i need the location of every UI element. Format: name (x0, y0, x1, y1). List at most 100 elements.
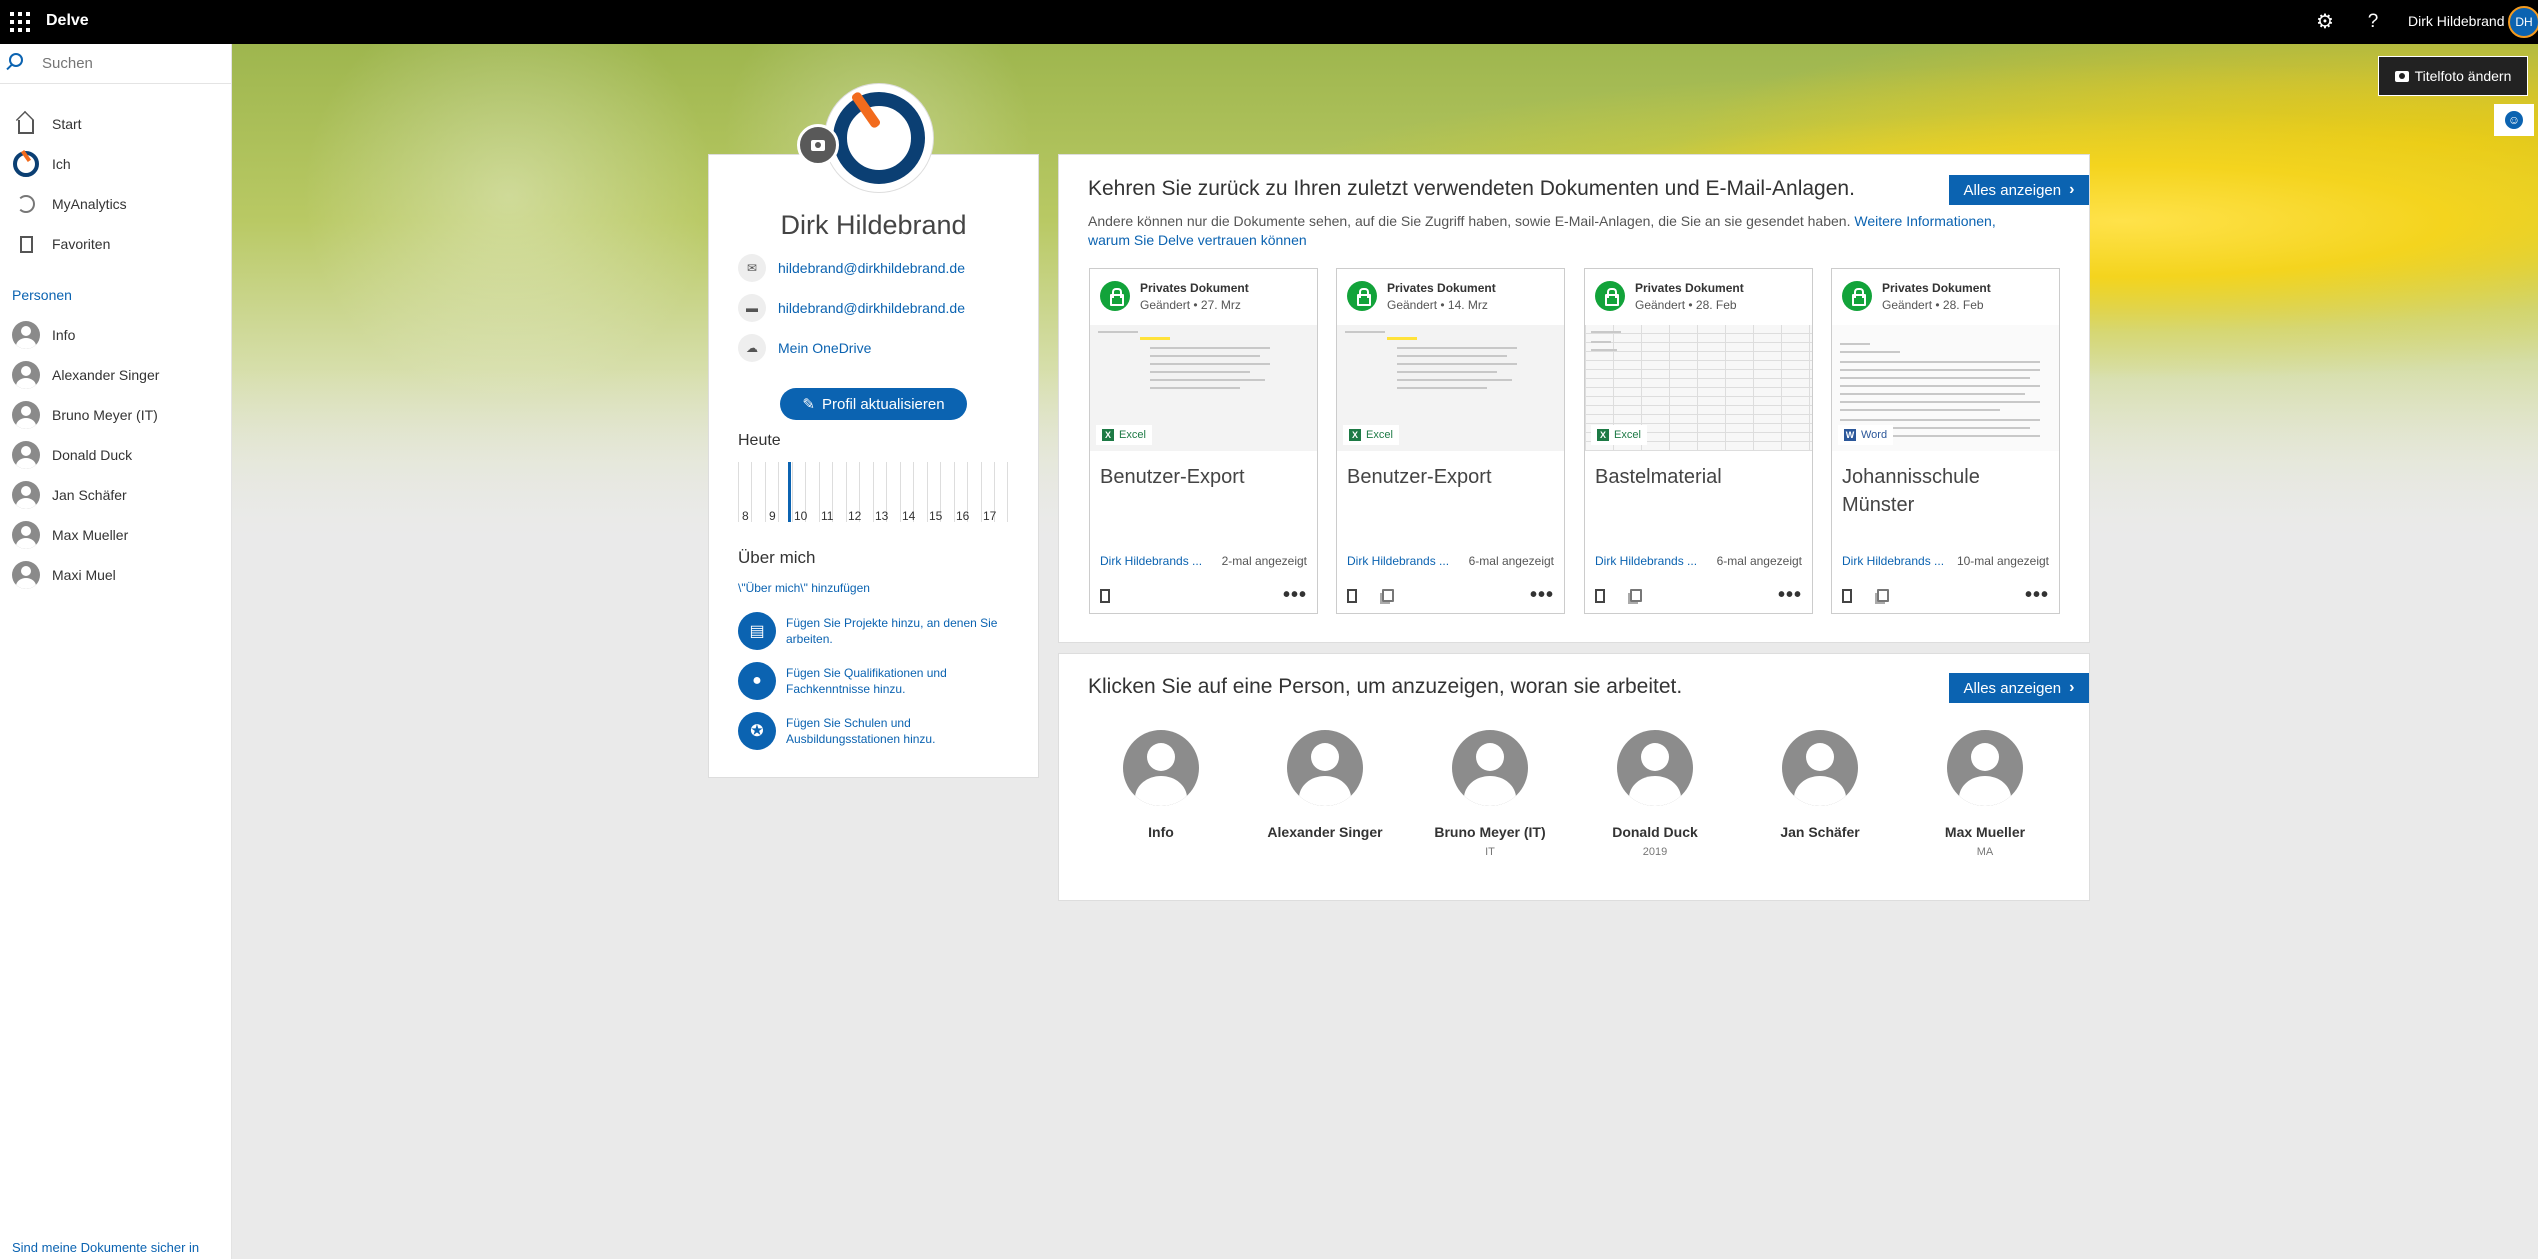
document-owner[interactable]: Dirk Hildebrands ... (1100, 554, 1204, 568)
document-title[interactable]: Benutzer-Export (1100, 463, 1305, 491)
person-card-bruno-meyer[interactable]: Bruno Meyer (IT) IT (1410, 730, 1570, 858)
document-title[interactable]: Benutzer-Export (1347, 463, 1552, 491)
documents-subtitle: Andere können nur die Dokumente sehen, a… (1088, 212, 2038, 250)
more-icon[interactable]: ••• (1530, 585, 1554, 605)
help-icon[interactable]: ? (2362, 9, 2384, 35)
mail-icon: ✉ (738, 254, 766, 282)
nav-item-start[interactable]: Start (0, 106, 231, 142)
more-icon[interactable]: ••• (1778, 585, 1802, 605)
bookmark-icon[interactable] (1347, 589, 1357, 603)
add-schools-link[interactable]: Fügen Sie Schulen und Ausbildungsstation… (786, 712, 1018, 747)
document-title[interactable]: Bastelmaterial (1595, 463, 1800, 491)
person-name[interactable]: Jan Schäfer (1740, 824, 1900, 840)
add-projects-row[interactable]: ▤ Fügen Sie Projekte hinzu, an denen Sie… (738, 612, 1018, 650)
current-time-marker (788, 462, 791, 522)
add-schools-row[interactable]: ✪ Fügen Sie Schulen und Ausbildungsstati… (738, 712, 1018, 750)
bookmark-icon[interactable] (1595, 589, 1605, 603)
nav-item-myanalytics[interactable]: MyAnalytics (0, 186, 231, 222)
document-card[interactable]: Privates Dokument Geändert • 28. Feb W W… (1831, 268, 2060, 614)
show-all-people-button[interactable]: Alles anzeigen › (1949, 673, 2089, 703)
search-box[interactable] (0, 44, 231, 84)
document-thumbnail[interactable]: X Excel (1090, 325, 1317, 451)
bookmark-icon[interactable] (1842, 589, 1852, 603)
onedrive-row: ☁ Mein OneDrive (738, 334, 871, 362)
change-cover-photo-label: Titelfoto ändern (2414, 68, 2512, 84)
onedrive-link[interactable]: Mein OneDrive (778, 340, 871, 356)
person-avatar[interactable] (1452, 730, 1528, 806)
nav-person-label: Alexander Singer (52, 367, 160, 383)
document-title[interactable]: Johannisschule Münster (1842, 463, 2047, 519)
add-skills-link[interactable]: Fügen Sie Qualifikationen und Fachkenntn… (786, 662, 1018, 697)
person-card-info[interactable]: Info (1081, 730, 1241, 846)
add-skills-row[interactable]: ● Fügen Sie Qualifikationen und Fachkenn… (738, 662, 1018, 700)
word-icon: W (1844, 429, 1856, 441)
excel-icon: X (1349, 429, 1361, 441)
nav-item-me[interactable]: Ich (0, 146, 231, 182)
copy-icon[interactable] (1877, 589, 1889, 602)
person-name[interactable]: Max Mueller (1905, 824, 2065, 840)
document-thumbnail[interactable]: W Word (1832, 325, 2059, 451)
nav-person-alexander-singer[interactable]: Alexander Singer (0, 357, 231, 393)
app-launcher-icon[interactable] (8, 10, 32, 34)
document-owner[interactable]: Dirk Hildebrands ... (1842, 554, 1946, 568)
person-card-jan-schaefer[interactable]: Jan Schäfer (1740, 730, 1900, 846)
search-input[interactable] (42, 55, 222, 72)
feedback-button[interactable]: ☺ (2494, 104, 2534, 136)
nav-person-donald-duck[interactable]: Donald Duck (0, 437, 231, 473)
person-avatar[interactable] (1947, 730, 2023, 806)
person-card-alexander-singer[interactable]: Alexander Singer (1245, 730, 1405, 846)
person-icon (12, 321, 40, 349)
person-card-donald-duck[interactable]: Donald Duck 2019 (1575, 730, 1735, 858)
document-views: 10-mal angezeigt (1956, 554, 2049, 568)
person-avatar[interactable] (1287, 730, 1363, 806)
hour-label: 8 (742, 509, 749, 523)
person-name[interactable]: Info (1081, 824, 1241, 840)
person-name[interactable]: Donald Duck (1575, 824, 1735, 840)
add-projects-link[interactable]: Fügen Sie Projekte hinzu, an denen Sie a… (786, 612, 1018, 647)
user-avatar[interactable]: DH (2508, 6, 2538, 38)
nav-person-maxi-muel[interactable]: Maxi Muel (0, 557, 231, 593)
file-type-label: Excel (1119, 429, 1146, 441)
nav-person-jan-schaefer[interactable]: Jan Schäfer (0, 477, 231, 513)
bookmark-icon[interactable] (1100, 589, 1110, 603)
nav-person-info[interactable]: Info (0, 317, 231, 353)
nav-person-label: Maxi Muel (52, 567, 116, 583)
person-avatar[interactable] (1123, 730, 1199, 806)
nav-item-favorites[interactable]: Favoriten (0, 226, 231, 262)
document-owner[interactable]: Dirk Hildebrands ... (1347, 554, 1451, 568)
person-name[interactable]: Bruno Meyer (IT) (1410, 824, 1570, 840)
nav-person-max-mueller[interactable]: Max Mueller (0, 517, 231, 553)
gear-icon[interactable]: ⚙ (2312, 9, 2338, 35)
person-avatar[interactable] (1617, 730, 1693, 806)
security-info-link[interactable]: Sind meine Dokumente sicher in (12, 1240, 199, 1255)
person-card-max-mueller[interactable]: Max Mueller MA (1905, 730, 2065, 858)
email-link[interactable]: hildebrand@dirkhildebrand.de (778, 260, 965, 276)
document-owner[interactable]: Dirk Hildebrands ... (1595, 554, 1699, 568)
copy-icon[interactable] (1382, 589, 1394, 602)
person-icon (12, 481, 40, 509)
document-card[interactable]: Privates Dokument Geändert • 28. Feb X E… (1584, 268, 1813, 614)
update-profile-button[interactable]: ✎ Profil aktualisieren (780, 388, 967, 420)
nav-person-bruno-meyer[interactable]: Bruno Meyer (IT) (0, 397, 231, 433)
change-cover-photo-button[interactable]: Titelfoto ändern (2378, 56, 2528, 96)
more-icon[interactable]: ••• (2025, 585, 2049, 605)
document-card[interactable]: Privates Dokument Geändert • 27. Mrz X E… (1089, 268, 1318, 614)
nav-item-label: Start (52, 116, 82, 132)
document-card[interactable]: Privates Dokument Geändert • 14. Mrz X E… (1336, 268, 1565, 614)
calendar-timeline[interactable]: 8 9 10 11 12 13 14 15 16 17 (738, 462, 1008, 523)
left-navigation: Start Ich MyAnalytics Favoriten Personen… (0, 44, 232, 1259)
user-name[interactable]: Dirk Hildebrand (2408, 13, 2504, 29)
show-all-documents-button[interactable]: Alles anzeigen › (1949, 175, 2089, 205)
person-avatar[interactable] (1782, 730, 1858, 806)
add-about-me-link[interactable]: \"Über mich\" hinzufügen (738, 581, 870, 595)
lock-icon (1100, 281, 1130, 311)
document-thumbnail[interactable]: X Excel (1585, 325, 1812, 451)
document-thumbnail[interactable]: X Excel (1337, 325, 1564, 451)
email-row: ✉ hildebrand@dirkhildebrand.de (738, 254, 965, 282)
more-icon[interactable]: ••• (1283, 585, 1307, 605)
copy-icon[interactable] (1630, 589, 1642, 602)
app-title[interactable]: Delve (46, 12, 89, 30)
chat-link[interactable]: hildebrand@dirkhildebrand.de (778, 300, 965, 316)
change-profile-photo-button[interactable] (797, 124, 839, 166)
person-name[interactable]: Alexander Singer (1245, 824, 1405, 840)
